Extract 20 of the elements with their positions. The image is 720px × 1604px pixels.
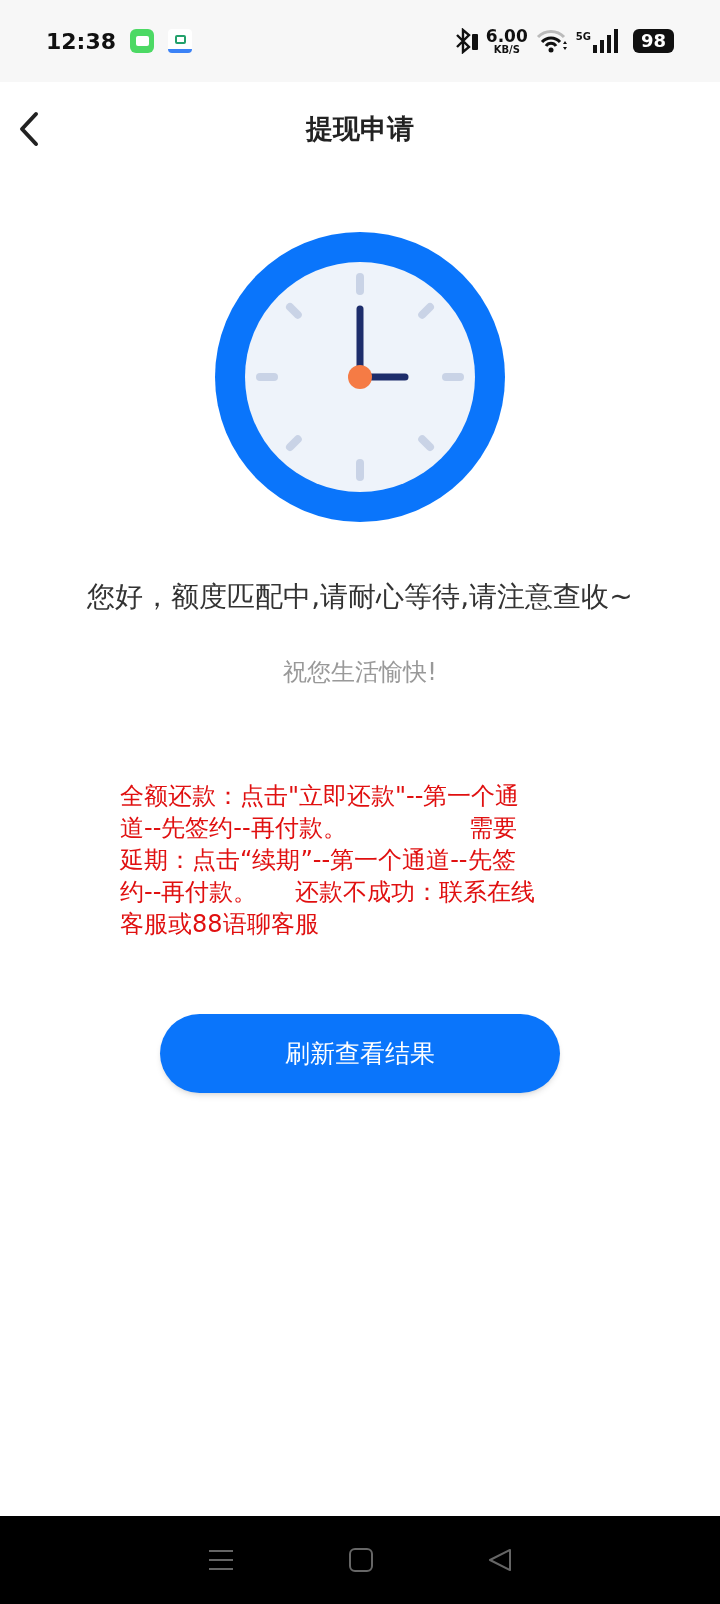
wifi-icon — [535, 29, 568, 53]
chat-app-icon — [130, 29, 155, 53]
speed-unit: KB/S — [493, 44, 520, 55]
status-time: 12:38 — [46, 27, 117, 56]
home-icon[interactable] — [349, 1548, 373, 1572]
battery-indicator: 98 — [632, 29, 674, 53]
menu-icon[interactable] — [207, 1549, 234, 1571]
clock-icon — [215, 232, 505, 522]
signal-icon — [592, 29, 619, 53]
notice-text: 全额还款：点击"立即还款"--第一个通 道--先签约--再付款。 需要 延期：点击“续期”--第一个通道--先签 约--再付款。 还款不成功：联系在线 客服或88语聊客服 — [120, 781, 537, 940]
network-speed: 6.00 — [485, 27, 528, 45]
back-icon[interactable] — [18, 111, 40, 147]
bluetooth-icon — [453, 28, 478, 54]
network-type: 5G — [575, 30, 591, 44]
page-title: 提现申请 — [306, 111, 414, 146]
refresh-button[interactable]: 刷新查看结果 — [160, 1014, 560, 1093]
back-nav-icon[interactable] — [488, 1548, 513, 1572]
status-message: 您好，额度匹配中,请耐心等待,请注意查收~ — [86, 579, 634, 615]
home-app-icon — [168, 29, 193, 53]
wish-text: 祝您生活愉快! — [282, 657, 438, 688]
